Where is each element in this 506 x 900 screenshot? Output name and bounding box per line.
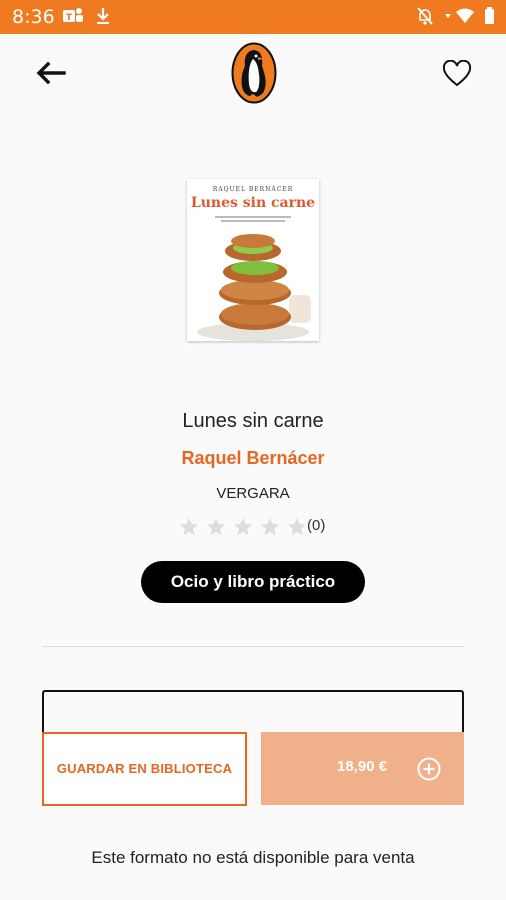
- heart-outline-icon: [442, 59, 472, 92]
- status-time: 8:36: [12, 6, 55, 28]
- teams-icon: T: [62, 6, 84, 30]
- add-to-cart-button[interactable]: 18,90 €: [261, 732, 464, 805]
- price-label: 18,90 €: [337, 758, 388, 775]
- cover-title: Lunes sin carne: [190, 195, 316, 211]
- favorite-button[interactable]: [442, 59, 472, 88]
- book-publisher: VERGARA: [216, 485, 290, 502]
- star-empty-icon: [287, 517, 307, 537]
- plus-circle-icon: [417, 757, 441, 781]
- rating-count: (0): [307, 517, 326, 534]
- cover-author: RAQUEL BERNÁCER: [212, 186, 294, 193]
- back-button[interactable]: [34, 58, 68, 88]
- star-empty-icon: [260, 517, 280, 537]
- status-bar: 8:36 T: [0, 0, 506, 34]
- app-bar: [0, 34, 506, 114]
- book-author-link[interactable]: Raquel Bernácer: [0, 448, 506, 469]
- star-empty-icon: [233, 517, 253, 537]
- category-chip[interactable]: Ocio y libro práctico: [141, 561, 365, 603]
- download-icon: [95, 6, 111, 30]
- save-to-library-button[interactable]: GUARDAR EN BIBLIOTECA: [42, 732, 247, 806]
- penguin-logo: [231, 42, 277, 104]
- signal-dot-icon: [444, 6, 452, 30]
- divider: [42, 646, 464, 647]
- cover-subtitle-lines: [207, 215, 299, 226]
- book-title: Lunes sin carne: [182, 410, 324, 432]
- rating-stars[interactable]: [179, 517, 309, 537]
- svg-text:T: T: [66, 13, 73, 23]
- arrow-left-icon: [34, 61, 68, 92]
- star-empty-icon: [179, 517, 199, 537]
- star-empty-icon: [206, 517, 226, 537]
- cover-illustration: [197, 234, 311, 341]
- availability-note: Este formato no está disponible para ven…: [91, 848, 415, 867]
- battery-icon: [484, 6, 496, 30]
- format-selector[interactable]: [42, 690, 464, 732]
- notifications-off-icon: [416, 6, 434, 30]
- wifi-icon: [455, 6, 475, 30]
- book-cover: RAQUEL BERNÁCER Lunes sin carne: [187, 179, 319, 341]
